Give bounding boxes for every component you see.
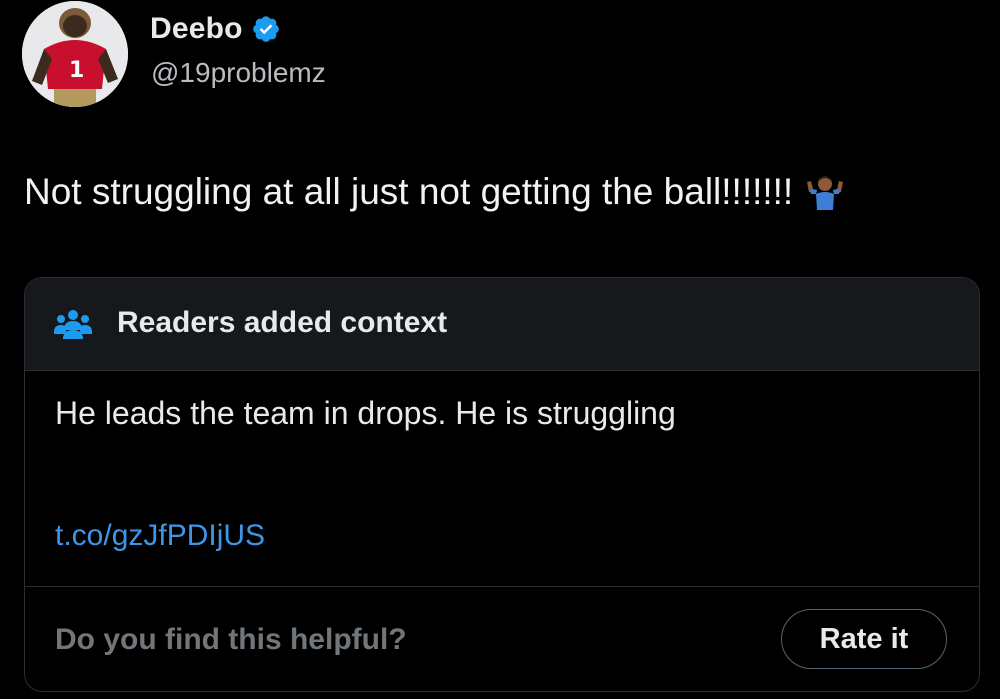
helpful-question: Do you find this helpful? [55, 623, 407, 656]
shrug-emoji-icon [805, 172, 845, 212]
tweet-text: Not struggling at all just not getting t… [24, 171, 845, 213]
community-note-header: Readers added context [25, 278, 979, 371]
tweet-text-content: Not struggling at all just not getting t… [24, 171, 794, 212]
player-photo-icon: 1 [22, 1, 128, 107]
avatar[interactable]: 1 [22, 1, 128, 107]
svg-text:1: 1 [69, 58, 84, 83]
community-note-body: He leads the team in drops. He is strugg… [55, 395, 676, 431]
readers-group-icon [53, 308, 93, 340]
community-note: Readers added context He leads the team … [24, 277, 980, 692]
author-handle[interactable]: @19problemz [151, 57, 326, 89]
verified-badge-icon[interactable] [251, 14, 281, 44]
community-note-footer: Do you find this helpful? Rate it [25, 586, 979, 691]
author-name-text[interactable]: Deebo [150, 12, 243, 46]
author-name[interactable]: Deebo [150, 12, 281, 46]
community-note-source-link[interactable]: t.co/gzJfPDIjUS [55, 519, 265, 553]
community-note-title: Readers added context [117, 306, 448, 339]
tweet: 1 Deebo @19problemz Not struggling at al… [0, 0, 1000, 699]
rate-it-button[interactable]: Rate it [781, 609, 947, 669]
